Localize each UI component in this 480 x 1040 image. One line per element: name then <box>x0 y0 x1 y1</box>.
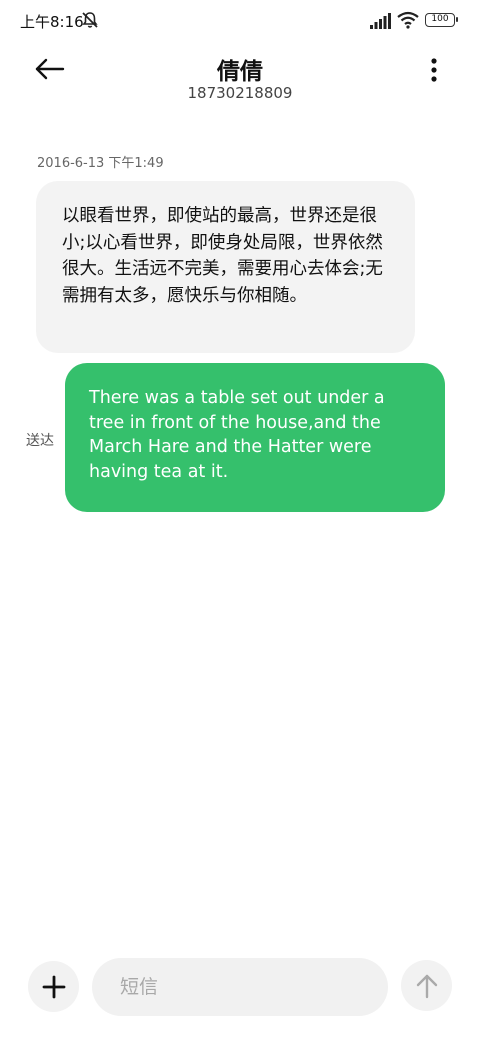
arrow-up-icon <box>416 974 437 998</box>
outgoing-message-bubble[interactable]: There was a table set out under a tree i… <box>65 363 445 512</box>
back-button[interactable] <box>28 50 72 88</box>
contact-number: 18730218809 <box>187 84 293 102</box>
contact-name: 倩倩 <box>217 59 263 85</box>
status-bar: 上午8:16 100 <box>0 0 480 40</box>
incoming-message-bubble[interactable]: 以眼看世界，即使站的最高，世界还是很小;以心看世界，即使身处局限，世界依然很大。… <box>36 181 415 353</box>
send-button[interactable] <box>401 960 452 1011</box>
signal-icon <box>370 13 391 29</box>
message-input[interactable] <box>92 958 388 1016</box>
plus-icon <box>42 975 65 998</box>
message-timestamp: 2016-6-13 下午1:49 <box>37 156 164 171</box>
more-button[interactable] <box>416 52 452 88</box>
more-vertical-icon <box>431 58 437 82</box>
arrow-left-icon <box>35 58 65 80</box>
wifi-icon <box>397 11 419 29</box>
delivery-status: 送达 <box>26 433 54 449</box>
add-attachment-button[interactable] <box>28 961 79 1012</box>
status-time: 上午8:16 <box>20 13 84 31</box>
battery-icon: 100 <box>425 13 458 27</box>
mute-icon <box>82 12 98 28</box>
